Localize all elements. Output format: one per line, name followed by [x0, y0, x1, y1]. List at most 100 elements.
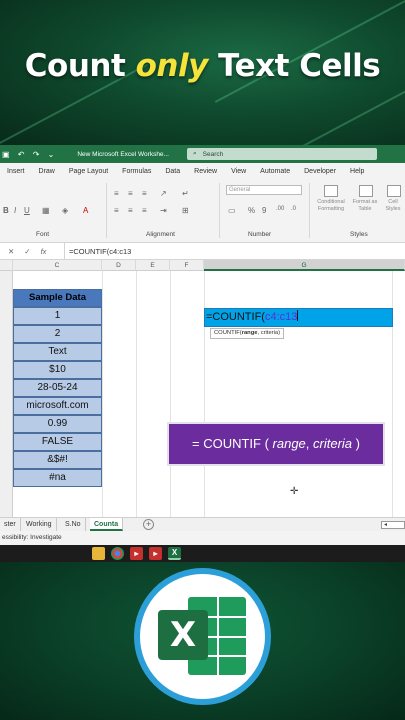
- orientation-icon[interactable]: ↗: [160, 189, 167, 198]
- menu-data[interactable]: Data: [158, 168, 187, 175]
- insert-function-icon[interactable]: fx: [41, 247, 47, 256]
- cell-cursor-icon: ✛: [290, 486, 299, 497]
- title-banner: Count only Text Cells: [0, 0, 405, 145]
- currency-icon[interactable]: ▭: [228, 206, 236, 215]
- table-cell[interactable]: 1: [13, 307, 102, 325]
- chrome-icon[interactable]: [111, 547, 124, 560]
- merge-icon[interactable]: ⊞: [182, 206, 189, 215]
- wrap-text-icon[interactable]: ↵: [182, 189, 189, 198]
- cell-styles-label[interactable]: Cell Styles: [382, 199, 404, 213]
- cell-styles-icon[interactable]: [387, 185, 401, 197]
- conditional-formatting-label[interactable]: Conditional Formatting: [312, 199, 350, 213]
- accessibility-status[interactable]: essibility: Investigate: [2, 534, 62, 541]
- enter-icon[interactable]: ✓: [24, 247, 30, 256]
- horizontal-scrollbar[interactable]: ◂: [381, 521, 405, 529]
- acrobat-icon[interactable]: ▸: [149, 547, 162, 560]
- column-headers: C D E F G: [0, 260, 405, 271]
- formula-input[interactable]: =COUNTIF(c4:c13: [64, 242, 131, 260]
- column-header-f[interactable]: F: [170, 260, 204, 271]
- active-cell[interactable]: =COUNTIF(c4:c13: [204, 308, 393, 327]
- gridline: [170, 271, 171, 517]
- worksheet-grid[interactable]: C D E F G Sample Data 1 2 Text $10 28-05…: [0, 260, 405, 517]
- font-color-icon[interactable]: A: [83, 206, 88, 215]
- column-header-c[interactable]: C: [13, 260, 102, 271]
- table-header[interactable]: Sample Data: [13, 289, 102, 307]
- percent-icon[interactable]: %: [248, 206, 255, 215]
- column-header-g[interactable]: G: [204, 260, 405, 271]
- add-sheet-icon[interactable]: +: [143, 519, 154, 530]
- table-cell[interactable]: Text: [13, 343, 102, 361]
- align-bottom-icon[interactable]: ≡: [142, 189, 147, 198]
- increase-decimal-icon[interactable]: .00: [276, 206, 284, 212]
- menu-automate[interactable]: Automate: [253, 168, 297, 175]
- menu-view[interactable]: View: [224, 168, 253, 175]
- headline-part: Count: [24, 48, 136, 84]
- sheet-tab[interactable]: S.No: [61, 518, 86, 531]
- border-icon[interactable]: ▦: [42, 206, 50, 215]
- table-cell[interactable]: 28-05-24: [13, 379, 102, 397]
- format-as-table-icon[interactable]: [359, 185, 373, 197]
- tooltip-function: COUNTIF(: [214, 330, 242, 336]
- pdf-icon[interactable]: ▸: [130, 547, 143, 560]
- file-explorer-icon[interactable]: [92, 547, 105, 560]
- sheet-tab[interactable]: Working: [22, 518, 57, 531]
- headline-highlight: only: [135, 48, 209, 84]
- align-left-icon[interactable]: ≡: [114, 206, 119, 215]
- decorative-streak: [270, 77, 405, 145]
- function-tooltip[interactable]: COUNTIF(range, criteria): [210, 328, 285, 339]
- conditional-formatting-icon[interactable]: [324, 185, 338, 197]
- formula-bar: ✕ ✓ fx =COUNTIF(c4:c13: [0, 242, 405, 260]
- table-cell[interactable]: FALSE: [13, 433, 102, 451]
- gridline: [102, 271, 103, 517]
- fill-color-icon[interactable]: ◈: [62, 206, 68, 215]
- menu-developer[interactable]: Developer: [297, 168, 343, 175]
- search-icon: ⌕: [192, 150, 197, 157]
- align-center-icon[interactable]: ≡: [128, 206, 133, 215]
- table-cell[interactable]: $10: [13, 361, 102, 379]
- excel-taskbar-icon[interactable]: X: [168, 547, 181, 560]
- select-all-corner[interactable]: [0, 260, 13, 271]
- align-right-icon[interactable]: ≡: [142, 206, 147, 215]
- table-cell[interactable]: microsoft.com: [13, 397, 102, 415]
- format-as-table-label[interactable]: Format as Table: [350, 199, 380, 213]
- italic-icon[interactable]: I: [14, 206, 16, 215]
- menu-review[interactable]: Review: [187, 168, 224, 175]
- indent-icon[interactable]: ⇥: [160, 206, 167, 215]
- table-cell[interactable]: #na: [13, 469, 102, 487]
- gridline: [136, 271, 137, 517]
- menu-formulas[interactable]: Formulas: [115, 168, 158, 175]
- tooltip-argument: range: [241, 330, 258, 336]
- menu-page-layout[interactable]: Page Layout: [62, 168, 115, 175]
- decrease-decimal-icon[interactable]: .0: [291, 206, 296, 212]
- row-headers[interactable]: [0, 271, 13, 517]
- font-group-label: Font: [36, 231, 50, 238]
- table-cell[interactable]: 0.99: [13, 415, 102, 433]
- range-reference: c4:c13: [264, 311, 298, 323]
- quick-access-toolbar[interactable]: ▣ ↶ ↷ ⌄: [2, 150, 57, 159]
- callout-arg-criteria: criteria: [313, 436, 353, 451]
- alignment-group-label: Alignment: [146, 231, 175, 238]
- align-middle-icon[interactable]: ≡: [128, 189, 133, 198]
- excel-window: ▣ ↶ ↷ ⌄ New Microsoft Excel Workshe... ⌕…: [0, 145, 405, 545]
- cancel-icon[interactable]: ✕: [8, 247, 14, 256]
- menu-insert[interactable]: Insert: [0, 168, 32, 175]
- column-header-e[interactable]: E: [136, 260, 170, 271]
- sheet-tab[interactable]: ster: [0, 518, 21, 531]
- column-header-d[interactable]: D: [102, 260, 136, 271]
- sheet-tabs: ster Working S.No Counta + ◂: [0, 517, 405, 531]
- align-top-icon[interactable]: ≡: [114, 189, 119, 198]
- number-format-select[interactable]: General: [226, 185, 302, 195]
- table-cell[interactable]: &$#!: [13, 451, 102, 469]
- underline-icon[interactable]: U: [24, 206, 30, 215]
- bold-icon[interactable]: B: [3, 206, 9, 215]
- sheet-tab-active[interactable]: Counta: [90, 518, 124, 531]
- callout-arg-range: range: [272, 436, 306, 451]
- logo-area: X: [0, 562, 405, 720]
- syntax-callout: = COUNTIF ( range, criteria ): [167, 422, 385, 466]
- formula-bar-buttons: ✕ ✓ fx: [0, 247, 64, 256]
- comma-icon[interactable]: 9: [262, 206, 266, 215]
- table-cell[interactable]: 2: [13, 325, 102, 343]
- menu-draw[interactable]: Draw: [32, 168, 62, 175]
- menu-help[interactable]: Help: [343, 168, 371, 175]
- search-box[interactable]: ⌕ Search: [186, 148, 377, 160]
